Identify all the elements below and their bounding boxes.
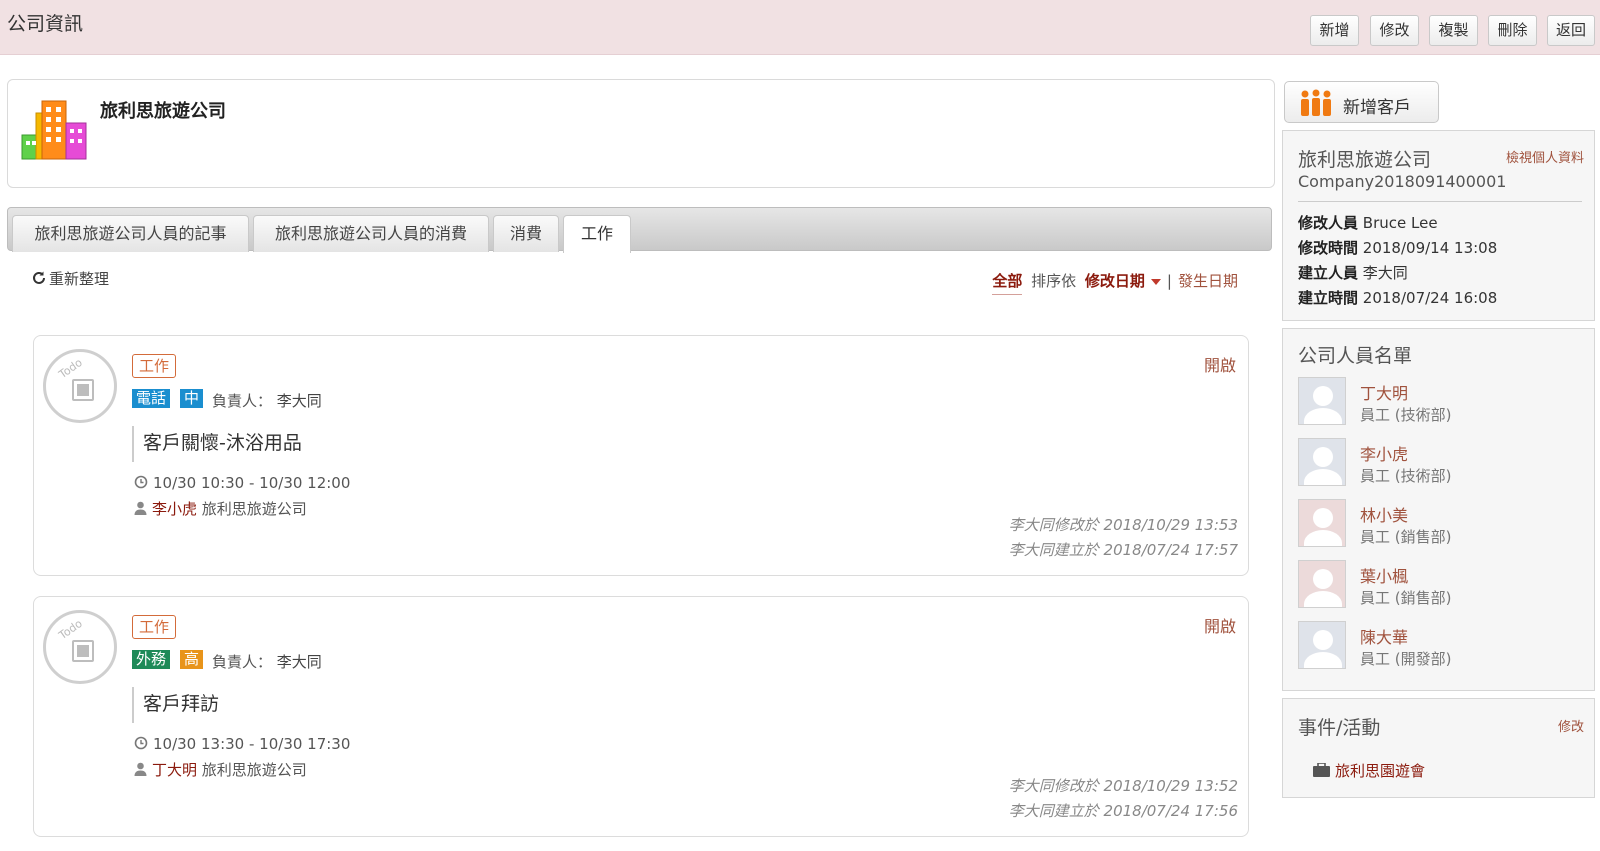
modified-by-row: 修改人員 Bruce Lee <box>1298 214 1438 232</box>
add-customer-label: 新增客戶 <box>1343 98 1411 118</box>
created-info: 李大同建立於 2018/07/24 17:56 <box>1008 802 1238 820</box>
avatar[interactable] <box>1298 560 1346 608</box>
tab-work[interactable]: 工作 <box>563 215 631 253</box>
sort-bar: 全部 排序依 修改日期 | 發生日期 <box>992 270 1238 295</box>
open-link[interactable]: 開啟 <box>1204 352 1236 376</box>
staff-name-link[interactable]: 李小虎 <box>1360 441 1408 465</box>
filter-all[interactable]: 全部 <box>992 272 1023 295</box>
people-icon <box>1299 89 1333 122</box>
tab-expenses[interactable]: 消費 <box>493 215 559 252</box>
staff-name-link[interactable]: 林小美 <box>1360 502 1408 526</box>
new-button[interactable]: 新增 <box>1310 15 1359 46</box>
sort-occurred-date[interactable]: 發生日期 <box>1178 272 1238 290</box>
refresh-icon <box>31 270 47 290</box>
priority-badge: 中 <box>180 389 204 408</box>
staff-name-link[interactable]: 陳大華 <box>1360 624 1408 648</box>
refresh-link[interactable]: 重新整理 <box>31 268 109 290</box>
top-bar: 公司資訊 <box>0 0 1600 55</box>
staff-member: 林小美 員工 (銷售部) <box>1298 499 1588 549</box>
staff-role: 員工 (開發部) <box>1360 650 1452 668</box>
company-name: 旅利思旅遊公司 <box>100 101 226 122</box>
staff-member: 李小虎 員工 (技術部) <box>1298 438 1588 488</box>
clock-icon <box>134 736 148 754</box>
avatar[interactable] <box>1298 438 1346 486</box>
sort-caret-icon[interactable] <box>1150 278 1161 285</box>
events-box: 事件/活動 修改 旅利思園遊會 <box>1282 698 1595 798</box>
staff-member: 陳大華 員工 (開發部) <box>1298 621 1588 671</box>
user-icon <box>134 501 147 519</box>
clock-icon <box>134 475 148 493</box>
task-contact: 李小虎 旅利思旅遊公司 <box>134 498 307 519</box>
refresh-label: 重新整理 <box>49 270 110 288</box>
events-title: 事件/活動 <box>1298 717 1381 739</box>
staff-title: 公司人員名單 <box>1298 345 1413 367</box>
task-type-badge: 電話 <box>132 389 171 408</box>
profile-name: 旅利思旅遊公司 <box>1298 149 1432 171</box>
task-subject[interactable]: 客戶關懷-沐浴用品 <box>132 426 302 462</box>
created-time-row: 建立時間 2018/07/24 16:08 <box>1298 289 1498 307</box>
back-button[interactable]: 返回 <box>1547 15 1595 46</box>
staff-member: 葉小楓 員工 (銷售部) <box>1298 560 1588 610</box>
task-time: 10/30 10:30 - 10/30 12:00 <box>134 474 350 493</box>
events-edit-link[interactable]: 修改 <box>1558 716 1584 735</box>
staff-name-link[interactable]: 葉小楓 <box>1360 563 1408 587</box>
tab-staff-expenses[interactable]: 旅利思旅遊公司人員的消費 <box>253 215 489 252</box>
task-owner: 負責人： 李大同 <box>212 653 322 671</box>
user-icon <box>134 762 147 780</box>
staff-role: 員工 (銷售部) <box>1360 528 1452 546</box>
add-customer-button[interactable]: 新增客戶 <box>1284 81 1439 123</box>
view-profile-link[interactable]: 檢視個人資料 <box>1506 147 1584 166</box>
task-card: Todo 工作 電話 中 負責人： 李大同 開啟 客戶關懷-沐浴用品 10/30… <box>33 335 1249 576</box>
checkbox-icon <box>72 379 94 401</box>
sort-label: 排序依 <box>1031 272 1077 290</box>
task-subject[interactable]: 客戶拜訪 <box>132 687 219 723</box>
staff-role: 員工 (銷售部) <box>1360 589 1452 607</box>
contact-person-link[interactable]: 丁大明 <box>152 761 197 779</box>
profile-box: 旅利思旅遊公司 檢視個人資料 Company2018091400001 修改人員… <box>1282 130 1595 321</box>
checkbox-icon <box>72 640 94 662</box>
open-link[interactable]: 開啟 <box>1204 613 1236 637</box>
staff-role: 員工 (技術部) <box>1360 467 1452 485</box>
avatar[interactable] <box>1298 621 1346 669</box>
company-panel <box>7 79 1275 188</box>
edit-button[interactable]: 修改 <box>1370 15 1419 46</box>
sort-separator: | <box>1166 272 1172 290</box>
briefcase-icon <box>1313 761 1330 781</box>
task-type-badge: 外務 <box>132 650 171 669</box>
avatar[interactable] <box>1298 499 1346 547</box>
created-by-row: 建立人員 李大同 <box>1298 264 1408 282</box>
task-time: 10/30 13:30 - 10/30 17:30 <box>134 735 350 754</box>
todo-label: Todo <box>56 616 85 643</box>
delete-button[interactable]: 刪除 <box>1488 15 1537 46</box>
task-card: Todo 工作 外務 高 負責人： 李大同 開啟 客戶拜訪 10/30 13:3… <box>33 596 1249 837</box>
avatar[interactable] <box>1298 377 1346 425</box>
modified-info: 李大同修改於 2018/10/29 13:52 <box>1008 777 1238 795</box>
todo-status-icon[interactable]: Todo <box>43 349 117 423</box>
staff-name-link[interactable]: 丁大明 <box>1360 380 1408 404</box>
sort-modified-date[interactable]: 修改日期 <box>1085 272 1145 290</box>
company-logo <box>20 99 90 163</box>
task-category-tag: 工作 <box>132 615 177 639</box>
created-info: 李大同建立於 2018/07/24 17:57 <box>1008 541 1238 559</box>
task-category-tag: 工作 <box>132 354 177 378</box>
copy-button[interactable]: 複製 <box>1429 15 1478 46</box>
staff-role: 員工 (技術部) <box>1360 406 1452 424</box>
task-contact: 丁大明 旅利思旅遊公司 <box>134 759 307 780</box>
task-owner: 負責人： 李大同 <box>212 392 322 410</box>
staff-member: 丁大明 員工 (技術部) <box>1298 377 1588 427</box>
contact-person-link[interactable]: 李小虎 <box>152 500 197 518</box>
todo-status-icon[interactable]: Todo <box>43 610 117 684</box>
page-title: 公司資訊 <box>7 13 84 35</box>
profile-code: Company2018091400001 <box>1298 172 1507 191</box>
modified-time-row: 修改時間 2018/09/14 13:08 <box>1298 239 1498 257</box>
modified-info: 李大同修改於 2018/10/29 13:53 <box>1008 516 1238 534</box>
profile-divider <box>1298 201 1582 202</box>
priority-badge: 高 <box>180 650 204 669</box>
staff-box: 公司人員名單 丁大明 員工 (技術部) 李小虎 員工 (技術部) 林小美 員工 … <box>1282 328 1595 691</box>
tab-staff-notes[interactable]: 旅利思旅遊公司人員的記事 <box>12 215 249 252</box>
event-item[interactable]: 旅利思園遊會 <box>1313 760 1425 781</box>
todo-label: Todo <box>56 355 85 382</box>
